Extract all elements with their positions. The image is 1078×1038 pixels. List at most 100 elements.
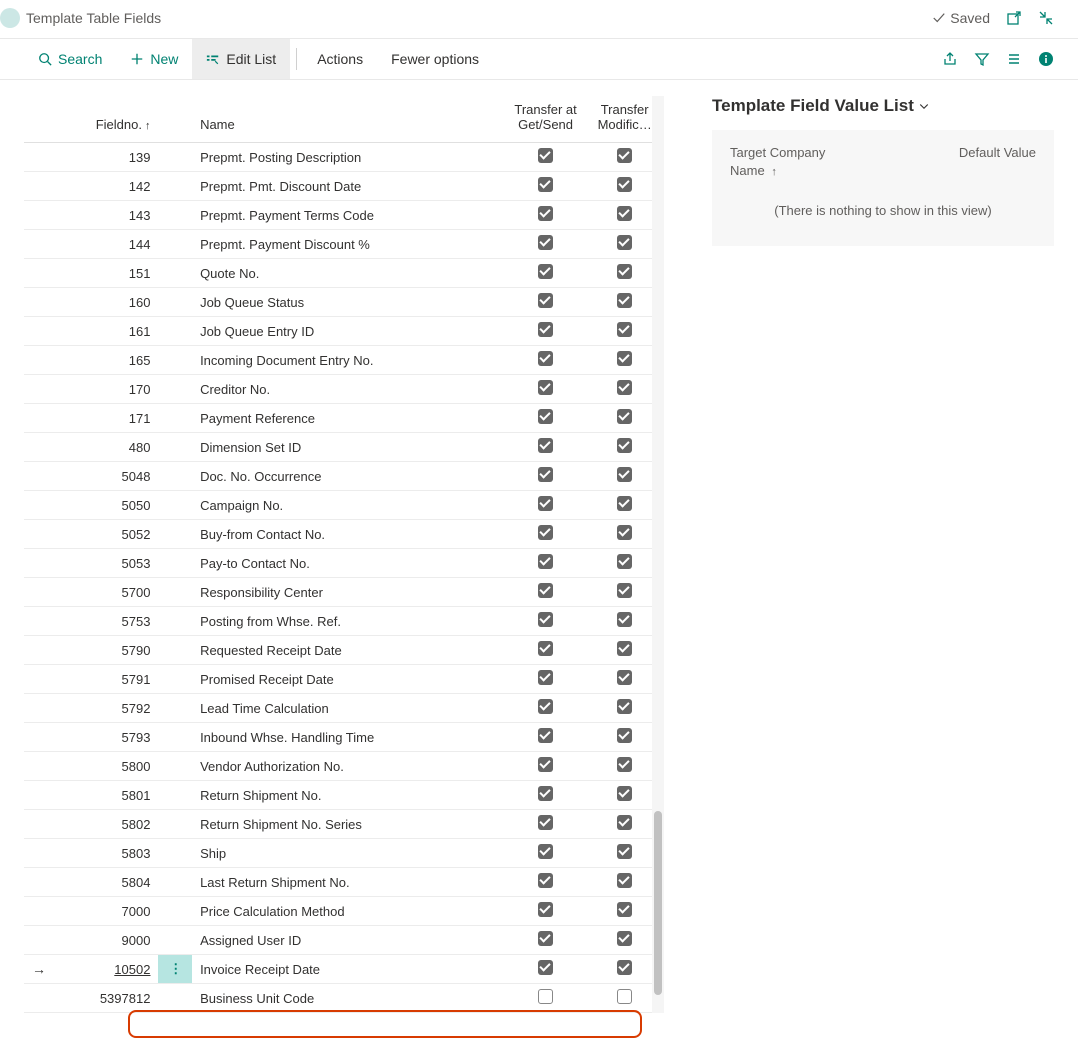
cell-name[interactable]: Invoice Receipt Date — [192, 955, 506, 984]
cell-name[interactable]: Vendor Authorization No. — [192, 752, 506, 781]
cell-name[interactable]: Business Unit Code — [192, 984, 506, 1013]
side-panel-title[interactable]: Template Field Value List — [712, 96, 1054, 116]
row-actions[interactable] — [158, 578, 192, 607]
row-actions[interactable] — [158, 375, 192, 404]
cell-fieldno[interactable]: 5792 — [58, 694, 159, 723]
cell-fieldno[interactable]: 170 — [58, 375, 159, 404]
cell-transfer-get-send[interactable] — [506, 636, 585, 665]
checkbox[interactable] — [617, 293, 632, 308]
cell-fieldno[interactable]: 142 — [58, 172, 159, 201]
checkbox[interactable] — [538, 322, 553, 337]
row-actions[interactable] — [158, 230, 192, 259]
collapse-icon[interactable] — [1038, 10, 1054, 26]
cell-name[interactable]: Assigned User ID — [192, 926, 506, 955]
checkbox[interactable] — [617, 670, 632, 685]
checkbox[interactable] — [617, 583, 632, 598]
checkbox[interactable] — [538, 960, 553, 975]
cell-name[interactable]: Prepmt. Payment Terms Code — [192, 201, 506, 230]
checkbox[interactable] — [538, 815, 553, 830]
checkbox[interactable] — [538, 873, 553, 888]
cell-name[interactable]: Prepmt. Pmt. Discount Date — [192, 172, 506, 201]
cell-transfer-get-send[interactable] — [506, 433, 585, 462]
cell-transfer-get-send[interactable] — [506, 549, 585, 578]
table-row[interactable]: 165Incoming Document Entry No. — [24, 346, 664, 375]
table-row[interactable]: 5792Lead Time Calculation — [24, 694, 664, 723]
row-actions[interactable] — [158, 723, 192, 752]
cell-transfer-get-send[interactable] — [506, 607, 585, 636]
list-view-icon[interactable] — [1006, 51, 1022, 67]
new-button[interactable]: New — [116, 39, 192, 79]
cell-fieldno[interactable]: 5050 — [58, 491, 159, 520]
share-icon[interactable] — [942, 51, 958, 67]
row-actions[interactable] — [158, 752, 192, 781]
cell-transfer-get-send[interactable] — [506, 404, 585, 433]
checkbox[interactable] — [538, 554, 553, 569]
table-row[interactable]: 5052Buy-from Contact No. — [24, 520, 664, 549]
checkbox[interactable] — [538, 931, 553, 946]
row-actions[interactable] — [158, 839, 192, 868]
scrollbar-thumb[interactable] — [654, 811, 662, 994]
checkbox[interactable] — [538, 786, 553, 801]
edit-list-button[interactable]: Edit List — [192, 39, 290, 79]
cell-name[interactable]: Prepmt. Posting Description — [192, 143, 506, 172]
checkbox[interactable] — [617, 873, 632, 888]
cell-name[interactable]: Posting from Whse. Ref. — [192, 607, 506, 636]
checkbox[interactable] — [617, 496, 632, 511]
info-icon[interactable] — [1038, 51, 1054, 67]
cell-name[interactable]: Inbound Whse. Handling Time — [192, 723, 506, 752]
table-row[interactable]: 5048Doc. No. Occurrence — [24, 462, 664, 491]
table-row[interactable]: 170Creditor No. — [24, 375, 664, 404]
cell-transfer-get-send[interactable] — [506, 462, 585, 491]
col-name[interactable]: Name — [192, 96, 506, 143]
checkbox[interactable] — [617, 351, 632, 366]
cell-transfer-get-send[interactable] — [506, 897, 585, 926]
cell-transfer-get-send[interactable] — [506, 201, 585, 230]
cell-name[interactable]: Return Shipment No. — [192, 781, 506, 810]
table-row[interactable]: 5801 Return Shipment No. — [24, 781, 664, 810]
table-row[interactable]: 5793Inbound Whse. Handling Time — [24, 723, 664, 752]
cell-name[interactable]: Prepmt. Payment Discount % — [192, 230, 506, 259]
cell-fieldno[interactable]: 5790 — [58, 636, 159, 665]
cell-transfer-get-send[interactable] — [506, 955, 585, 984]
cell-fieldno[interactable]: 5700 — [58, 578, 159, 607]
cell-name[interactable]: Price Calculation Method — [192, 897, 506, 926]
checkbox[interactable] — [617, 409, 632, 424]
checkbox[interactable] — [538, 902, 553, 917]
cell-transfer-get-send[interactable] — [506, 984, 585, 1013]
checkbox[interactable] — [538, 641, 553, 656]
cell-fieldno[interactable]: 171 — [58, 404, 159, 433]
cell-transfer-get-send[interactable] — [506, 230, 585, 259]
table-row[interactable]: 142 Prepmt. Pmt. Discount Date — [24, 172, 664, 201]
row-actions[interactable]: ⋮ — [158, 955, 192, 984]
cell-fieldno[interactable]: 144 — [58, 230, 159, 259]
table-row[interactable]: 171 Payment Reference — [24, 404, 664, 433]
row-actions[interactable] — [158, 665, 192, 694]
cell-transfer-get-send[interactable] — [506, 259, 585, 288]
table-row[interactable]: 5803Ship — [24, 839, 664, 868]
cell-fieldno[interactable]: 5801 — [58, 781, 159, 810]
cell-name[interactable]: Job Queue Status — [192, 288, 506, 317]
checkbox[interactable] — [538, 235, 553, 250]
cell-name[interactable]: Return Shipment No. Series — [192, 810, 506, 839]
checkbox[interactable] — [617, 467, 632, 482]
cell-name[interactable]: Requested Receipt Date — [192, 636, 506, 665]
cell-name[interactable]: Last Return Shipment No. — [192, 868, 506, 897]
row-actions[interactable] — [158, 897, 192, 926]
checkbox[interactable] — [538, 351, 553, 366]
filter-icon[interactable] — [974, 51, 990, 67]
cell-fieldno[interactable]: 143 — [58, 201, 159, 230]
checkbox[interactable] — [538, 583, 553, 598]
cell-transfer-get-send[interactable] — [506, 578, 585, 607]
cell-transfer-get-send[interactable] — [506, 346, 585, 375]
cell-fieldno[interactable]: 5048 — [58, 462, 159, 491]
table-row[interactable]: 144 Prepmt. Payment Discount % — [24, 230, 664, 259]
side-col-default-value[interactable]: Default Value — [959, 144, 1036, 181]
row-actions[interactable] — [158, 781, 192, 810]
row-actions[interactable] — [158, 462, 192, 491]
cell-name[interactable]: Payment Reference — [192, 404, 506, 433]
cell-fieldno[interactable]: 5800 — [58, 752, 159, 781]
checkbox[interactable] — [538, 525, 553, 540]
cell-fieldno[interactable]: 9000 — [58, 926, 159, 955]
cell-fieldno[interactable]: 5053 — [58, 549, 159, 578]
open-new-window-icon[interactable] — [1006, 10, 1022, 26]
